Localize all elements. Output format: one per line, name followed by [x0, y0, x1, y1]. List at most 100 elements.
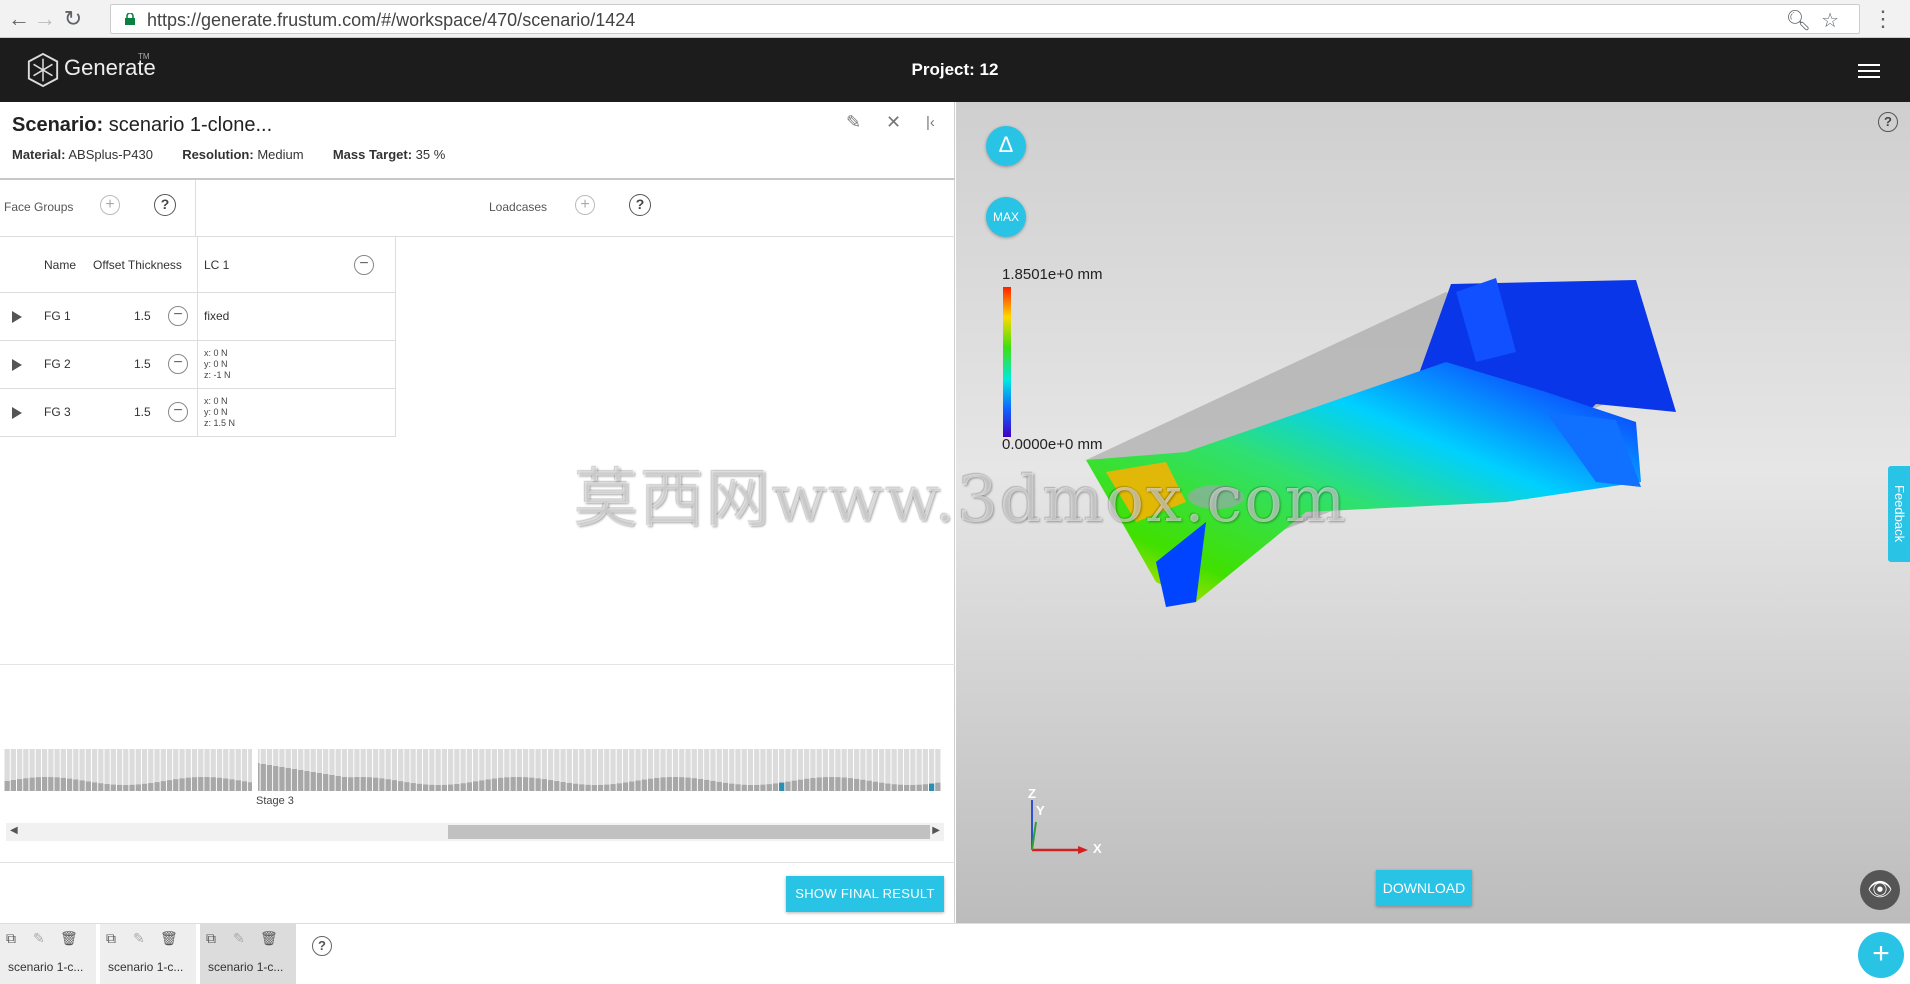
lock-icon [125, 13, 135, 25]
bookmark-star-icon[interactable]: ☆ [1821, 10, 1849, 32]
face-groups-loadcases-bar: Face Groups + ? Loadcases + ? [0, 180, 955, 237]
scenario-tabs-bar: ⧉ ✎ 🗑︎ scenario 1-c... ⧉ ✎ 🗑︎ scenario 1-c..… [0, 923, 1910, 984]
axis-y-label: Y [1036, 803, 1045, 818]
table-row[interactable]: FG 2 1.5 − x: 0 N y: 0 N z: -1 N [0, 341, 396, 389]
address-bar[interactable]: https://generate.frustum.com/#/workspace… [110, 4, 1860, 34]
zoom-icon[interactable]: 🔍︎ [1786, 10, 1821, 32]
thickness-cell[interactable]: 1.5 − [88, 293, 198, 340]
loadcases-label: Loadcases [489, 200, 548, 214]
scenario-title-label: Scenario: [12, 114, 104, 136]
add-loadcase-icon[interactable]: + [575, 195, 595, 215]
hamburger-menu-icon[interactable] [1858, 64, 1880, 78]
scroll-right-icon[interactable]: ▶ [932, 825, 940, 836]
mass-target-label: Mass Target: [332, 147, 413, 162]
scenario-tab[interactable]: ⧉ ✎ 🗑︎ scenario 1-c... [0, 924, 96, 984]
table-header-row: Name Offset Thickness LC 1 − [0, 237, 396, 293]
axis-z-label: Z [1028, 786, 1036, 801]
scenario-meta: Material: ABSplus-P430 Resolution: Mediu… [12, 147, 445, 162]
loadcase-cell[interactable]: x: 0 N y: 0 N z: 1.5 N [198, 389, 396, 436]
download-button[interactable]: DOWNLOAD [1376, 870, 1472, 906]
axis-gizmo [1031, 800, 1088, 854]
scenario-name: scenario 1-clone... [108, 114, 273, 136]
forward-icon[interactable]: → [32, 6, 58, 32]
trash-icon[interactable]: 🗑︎ [160, 930, 187, 947]
feedback-tab[interactable]: Feedback [1888, 466, 1910, 562]
reload-icon[interactable]: ↻ [60, 6, 86, 32]
face-groups-help-icon[interactable]: ? [154, 194, 176, 216]
collapse-panel-icon[interactable]: |‹ [926, 114, 935, 131]
material-value: ABSplus-P430 [68, 147, 153, 162]
lc-column-label: LC 1 [204, 258, 230, 272]
watermark-text: 莫西网www.3dmox.com [574, 463, 1348, 537]
scroll-left-icon[interactable]: ◀ [10, 825, 18, 836]
url-text[interactable]: https://generate.frustum.com/#/workspace… [147, 10, 635, 31]
scenario-tab-label: scenario 1-c... [8, 960, 84, 974]
expand-row-icon[interactable] [0, 293, 34, 340]
bottom-help-icon[interactable]: ? [312, 936, 332, 956]
browser-toolbar: ← → ↻ https://generate.frustum.com/#/wor… [0, 0, 1910, 38]
scrollbar-thumb[interactable] [448, 825, 930, 839]
force-z: z: 1.5 N [204, 418, 236, 428]
thickness-cell[interactable]: 1.5 − [88, 341, 198, 388]
thickness-value: 1.5 [134, 357, 151, 371]
copy-icon[interactable]: ⧉ [106, 930, 133, 947]
scenario-tab-active[interactable]: ⧉ ✎ 🗑︎ scenario 1-c... [200, 924, 296, 984]
face-groups-table: Name Offset Thickness LC 1 − FG 1 1.5 − … [0, 237, 396, 437]
trash-icon[interactable]: 🗑︎ [60, 930, 87, 947]
max-view-button[interactable]: MAX [986, 197, 1026, 237]
resolution-value: Medium [257, 147, 304, 162]
force-x: x: 0 N [204, 396, 228, 406]
app-header: Generate TM Project: 12 [0, 38, 1910, 102]
scenario-tab-label: scenario 1-c... [208, 960, 284, 974]
edit-pencil-icon[interactable]: ✎ [133, 930, 160, 947]
browser-menu-icon[interactable]: ⋮ [1872, 6, 1894, 32]
trash-icon[interactable]: 🗑︎ [260, 930, 287, 947]
loadcase-cell[interactable]: x: 0 N y: 0 N z: -1 N [198, 341, 396, 388]
show-final-result-button[interactable]: SHOW FINAL RESULT [786, 876, 944, 912]
lc-column-header: LC 1 − [198, 237, 396, 292]
close-icon[interactable]: ✕ [886, 112, 901, 133]
force-x: x: 0 N [204, 348, 228, 358]
scenario-title: Scenario: scenario 1-clone... [12, 114, 272, 137]
thickness-cell[interactable]: 1.5 − [88, 389, 198, 436]
force-z: z: -1 N [204, 370, 231, 380]
loadcase-value: fixed [204, 309, 230, 323]
force-values: x: 0 N y: 0 N z: -1 N [204, 348, 231, 381]
remove-loadcase-icon[interactable]: − [354, 255, 374, 275]
face-groups-label: Face Groups [4, 200, 74, 214]
remove-face-group-icon[interactable]: − [168, 402, 188, 422]
edit-pencil-icon[interactable]: ✎ [846, 112, 861, 133]
remove-face-group-icon[interactable]: − [168, 306, 188, 326]
stage-timeline-area: Stage 3 ◀ ▶ SHOW FINAL RESULT [0, 664, 955, 924]
eye-visibility-icon[interactable]: 👁︎ [1860, 870, 1900, 910]
expand-row-icon[interactable] [0, 341, 34, 388]
table-row[interactable]: FG 1 1.5 − fixed [0, 293, 396, 341]
force-y: y: 0 N [204, 407, 228, 417]
stage-timeline[interactable] [4, 749, 941, 791]
edit-pencil-icon[interactable]: ✎ [33, 930, 60, 947]
timeline-scrollbar[interactable]: ◀ ▶ [6, 823, 944, 841]
add-face-group-icon[interactable]: + [100, 195, 120, 215]
remove-face-group-icon[interactable]: − [168, 354, 188, 374]
scenario-tab[interactable]: ⧉ ✎ 🗑︎ scenario 1-c... [100, 924, 196, 984]
axis-x-label: X [1093, 841, 1102, 856]
expand-row-icon[interactable] [0, 389, 34, 436]
force-y: y: 0 N [204, 359, 228, 369]
mass-target-value: 35 % [415, 147, 446, 162]
table-row[interactable]: FG 3 1.5 − x: 0 N y: 0 N z: 1.5 N [0, 389, 396, 437]
project-title: Project: 12 [911, 60, 999, 79]
displacement-color-legend [1003, 287, 1011, 437]
delta-view-button[interactable]: Δ [986, 126, 1026, 166]
viewer-help-icon[interactable]: ? [1878, 112, 1898, 132]
thickness-column-header: Offset Thickness [93, 237, 198, 292]
edit-pencil-icon[interactable]: ✎ [233, 930, 260, 947]
copy-icon[interactable]: ⧉ [206, 930, 233, 947]
loadcase-cell[interactable]: fixed [198, 293, 396, 340]
add-scenario-button[interactable]: + [1858, 932, 1904, 978]
material-label: Material: [12, 147, 66, 162]
stage-label: Stage 3 [256, 795, 294, 807]
back-icon[interactable]: ← [6, 6, 32, 32]
copy-icon[interactable]: ⧉ [6, 930, 33, 947]
thickness-value: 1.5 [134, 309, 151, 323]
loadcases-help-icon[interactable]: ? [629, 194, 651, 216]
